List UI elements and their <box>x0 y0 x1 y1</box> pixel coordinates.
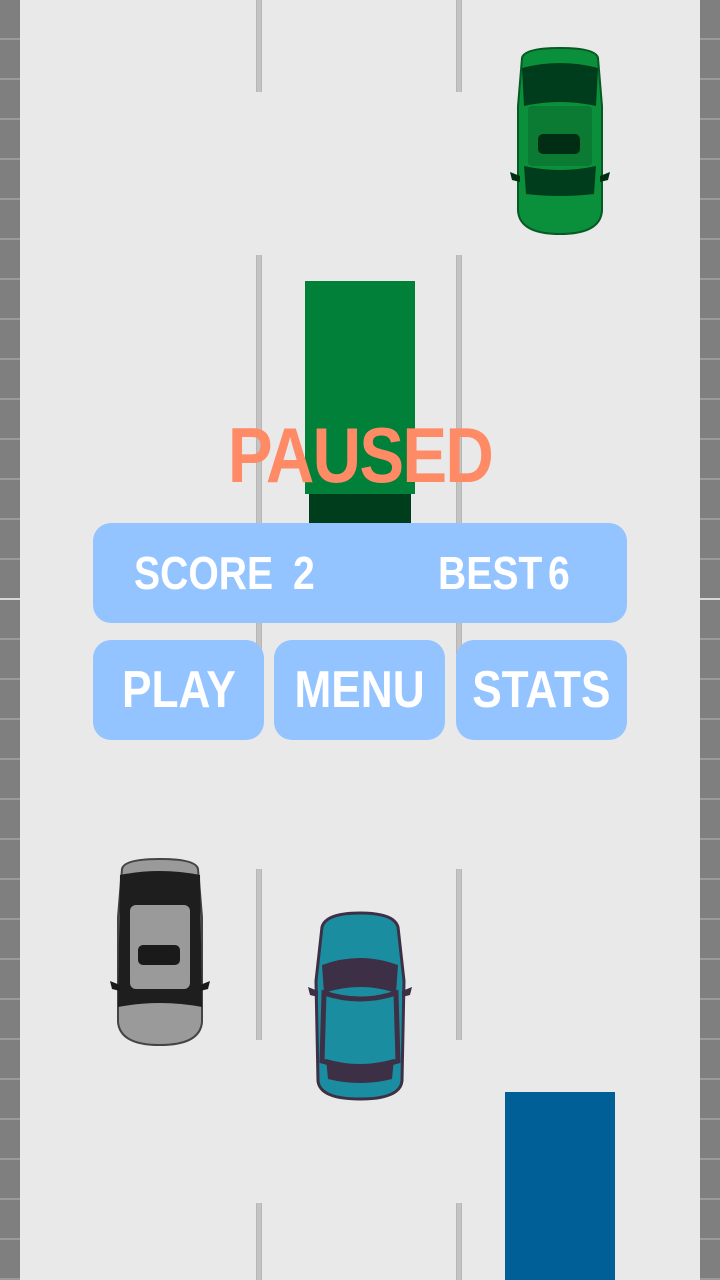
teal-car <box>308 911 412 1101</box>
best-value: 6 <box>548 547 570 599</box>
play-button-label: PLAY <box>121 661 236 719</box>
lane-divider <box>456 869 462 1040</box>
play-button[interactable]: PLAY <box>93 640 264 740</box>
stats-button[interactable]: STATS <box>456 640 627 740</box>
green-car <box>510 46 610 236</box>
lane-divider <box>256 1203 262 1280</box>
blue-truck <box>505 1092 615 1280</box>
lane-divider <box>456 1203 462 1280</box>
score-label: SCORE <box>134 547 274 599</box>
right-roadside-marker <box>700 598 720 600</box>
score-panel: SCORE 2 BEST 6 <box>93 523 627 623</box>
left-roadside <box>0 0 20 1280</box>
menu-button-label: MENU <box>294 661 425 719</box>
best-label: BEST <box>438 547 543 599</box>
paused-title: PAUSED <box>227 411 494 499</box>
stats-button-label: STATS <box>472 661 611 719</box>
lane-divider <box>256 869 262 1040</box>
lane-divider <box>256 0 262 92</box>
gray-car <box>110 857 210 1047</box>
right-roadside <box>700 0 720 1280</box>
score-value: 2 <box>293 547 315 599</box>
menu-button[interactable]: MENU <box>274 640 445 740</box>
left-roadside-marker <box>0 598 20 600</box>
lane-divider <box>456 0 462 92</box>
